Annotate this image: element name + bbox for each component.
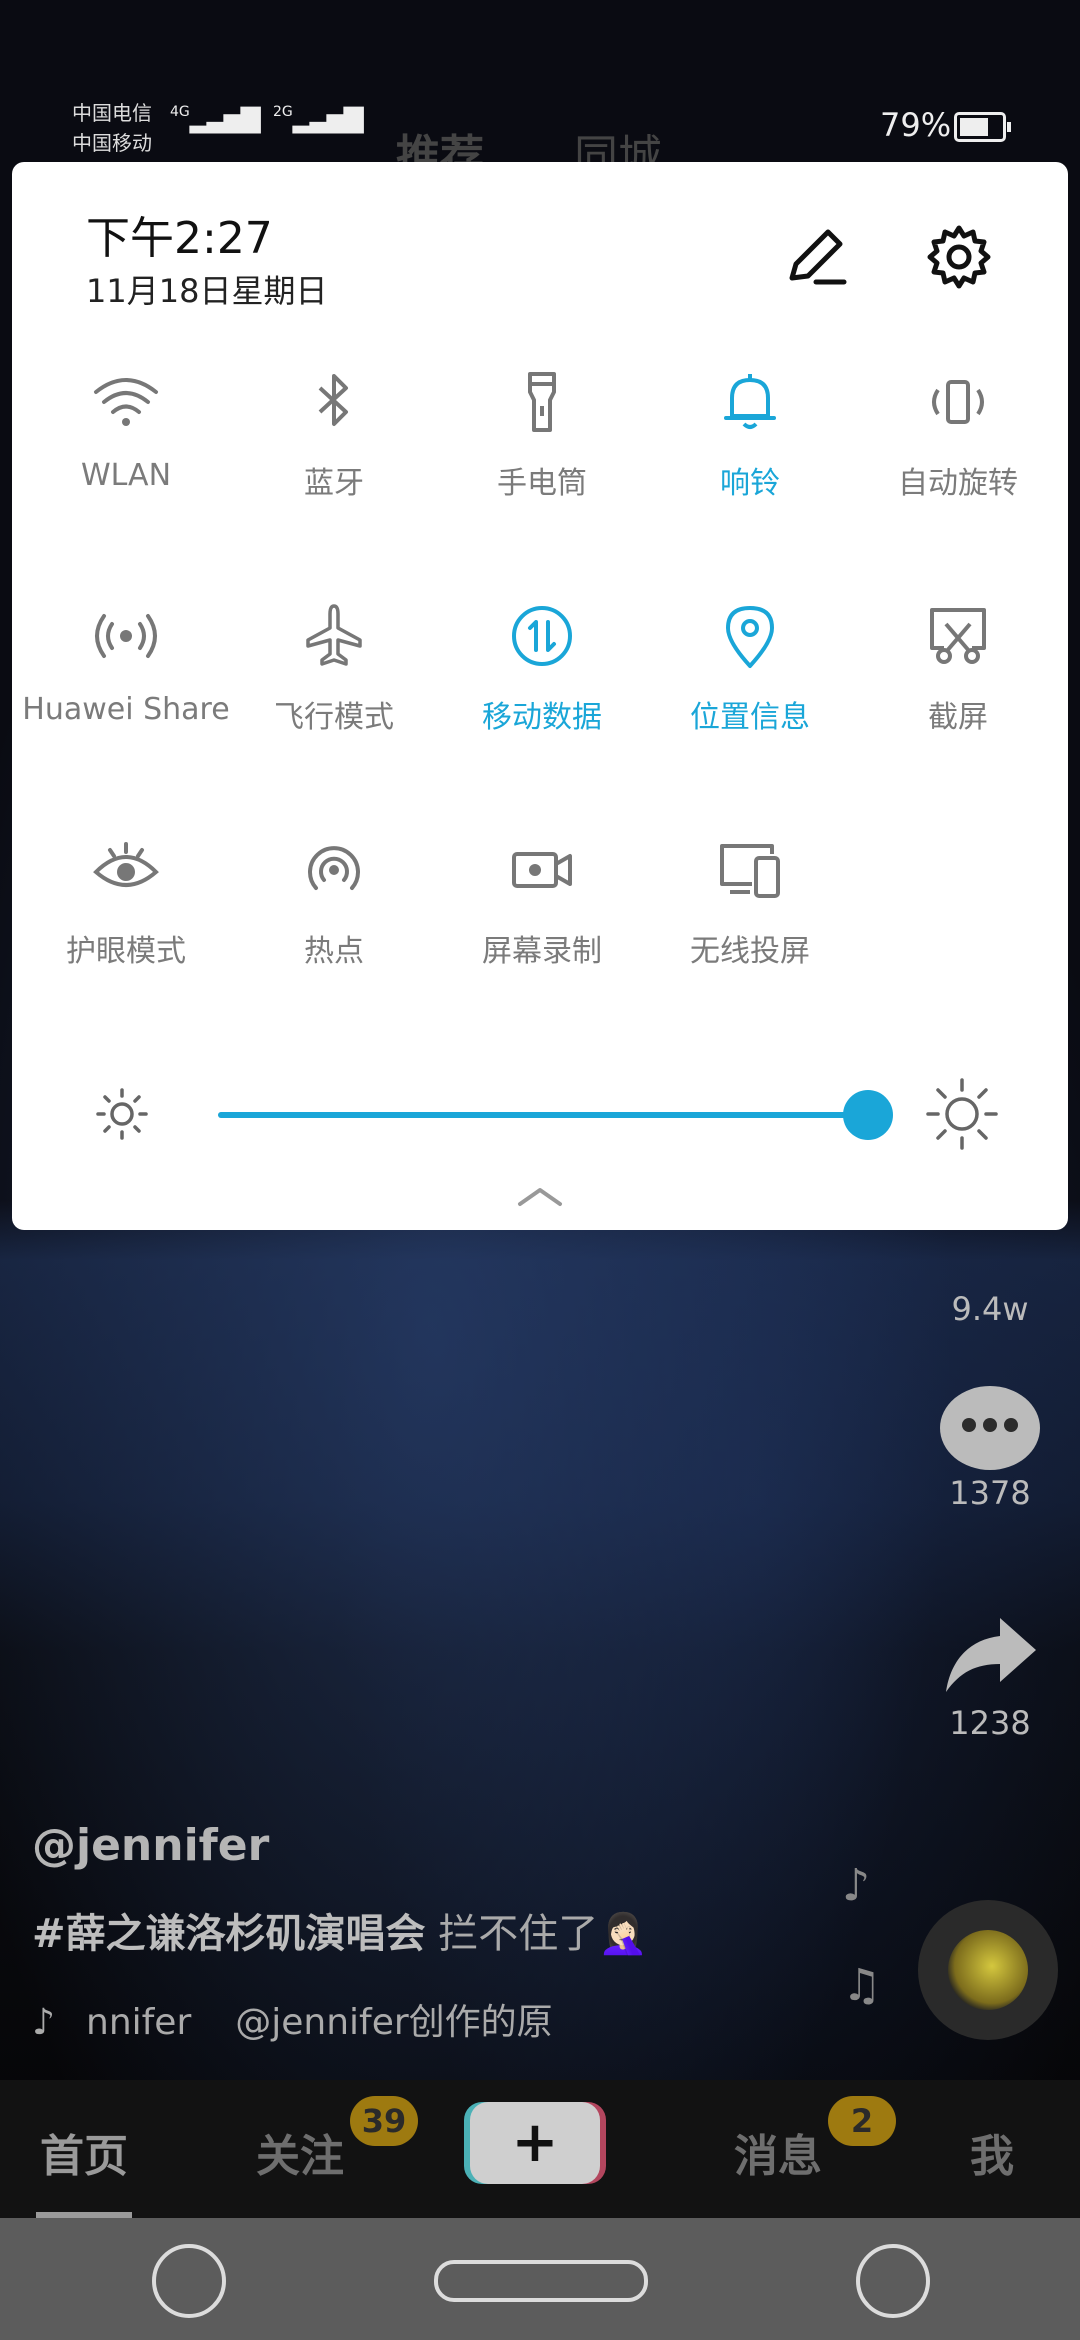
follow-badge: 39	[350, 2096, 418, 2146]
huawei-share-icon	[95, 614, 157, 658]
tile-label-airplane: 飞行模式	[274, 700, 394, 735]
floating-dock-icon[interactable]	[856, 2244, 930, 2318]
tile-wlan[interactable]: WLAN	[22, 362, 230, 493]
comment-count: 1378	[949, 1474, 1031, 1512]
music-disc[interactable]	[918, 1900, 1058, 2040]
brightness-control	[12, 1062, 1068, 1172]
video-description: #薛之谦洛杉矶演唱会 拦不住了🤦🏻‍♀️	[32, 1901, 912, 1959]
mobile-data-icon	[512, 606, 572, 666]
location-icon	[726, 606, 774, 668]
nav-messages[interactable]: 消息	[734, 2120, 822, 2184]
network-type-2: 2G	[273, 104, 293, 120]
home-gesture-bar[interactable]	[434, 2260, 648, 2302]
collapse-chevron-icon[interactable]	[514, 1182, 566, 1210]
share-count: 1238	[949, 1704, 1031, 1742]
nav-home[interactable]: 首页	[40, 2120, 128, 2184]
tile-location[interactable]: 位置信息	[646, 596, 854, 736]
tile-wireless-projection[interactable]: 无线投屏	[646, 830, 854, 970]
tile-label-wireless-projection: 无线投屏	[690, 934, 810, 969]
screenshot-icon	[930, 608, 986, 664]
floating-notes-icon: ♫	[842, 1960, 882, 2011]
caption-text: 拦不住了🤦🏻‍♀️	[425, 1911, 649, 1957]
share-action[interactable]: 1238	[900, 1610, 1080, 1742]
tile-label-ring: 响铃	[720, 466, 780, 501]
hashtag[interactable]: #薛之谦洛杉矶演唱会	[32, 1911, 426, 1957]
tile-label-wlan: WLAN	[80, 458, 172, 493]
eye-comfort-icon	[93, 842, 159, 887]
tile-label-huawei-share: Huawei Share	[22, 692, 230, 727]
edit-icon[interactable]	[782, 222, 852, 292]
music-author: nnifer	[86, 2002, 192, 2043]
tile-hotspot[interactable]: 热点	[230, 830, 438, 970]
like-action[interactable]: 9.4w	[900, 1290, 1080, 1328]
tile-label-bluetooth: 蓝牙	[304, 466, 364, 501]
tile-airplane[interactable]: 飞行模式	[230, 596, 438, 736]
wifi-icon	[94, 378, 158, 426]
panel-date: 11月18日星期日	[86, 272, 328, 310]
tile-screen-record[interactable]: 屏幕录制	[438, 830, 646, 970]
assistant-icon[interactable]	[152, 2244, 226, 2318]
tile-ring[interactable]: 响铃	[646, 362, 854, 502]
tile-label-screen-record: 屏幕录制	[482, 934, 602, 969]
comment-icon	[940, 1386, 1040, 1470]
tile-label-mobile-data: 移动数据	[482, 700, 602, 735]
nav-me[interactable]: 我	[970, 2120, 1014, 2184]
panel-time: 下午2:27	[86, 213, 273, 264]
tile-label-hotspot: 热点	[304, 934, 364, 969]
tile-bluetooth[interactable]: 蓝牙	[230, 362, 438, 502]
system-nav-bar	[0, 2218, 1080, 2340]
brightness-slider[interactable]	[218, 1090, 893, 1140]
author-name[interactable]: @jennifer	[32, 1820, 912, 1871]
brightness-slider-thumb[interactable]	[843, 1090, 893, 1140]
tile-label-screenshot: 截屏	[928, 700, 988, 735]
tile-eye-comfort[interactable]: 护眼模式	[22, 830, 230, 970]
flashlight-icon	[528, 372, 556, 432]
tile-label-eye-comfort: 护眼模式	[66, 934, 186, 969]
quick-settings-panel: 下午2:27 11月18日星期日 WLAN 蓝牙 手电筒 响铃 自动旋转 Hua…	[12, 162, 1068, 1230]
music-info[interactable]: ♪ nnifer @jennifer创作的原	[32, 1993, 912, 2045]
comment-action[interactable]: 1378	[900, 1386, 1080, 1512]
brightness-low-icon	[96, 1088, 148, 1140]
screen-record-icon	[512, 852, 572, 888]
tile-flashlight[interactable]: 手电筒	[438, 362, 646, 502]
wireless-projection-icon	[720, 844, 780, 898]
brightness-high-icon	[926, 1078, 998, 1150]
tile-auto-rotate[interactable]: 自动旋转	[854, 362, 1062, 502]
tile-screenshot[interactable]: 截屏	[854, 596, 1062, 736]
bottom-nav: 首页 关注 39 + 消息 2 我	[0, 2080, 1080, 2220]
settings-gear-icon[interactable]	[924, 222, 994, 292]
nav-follow[interactable]: 关注	[256, 2120, 344, 2184]
tile-huawei-share[interactable]: Huawei Share	[22, 596, 230, 727]
music-title: @jennifer创作的原	[235, 2002, 553, 2043]
floating-note-icon: ♪	[842, 1860, 871, 1911]
network-type-1: 4G	[170, 104, 190, 120]
bluetooth-icon	[318, 374, 348, 426]
share-icon	[946, 1618, 1036, 1692]
create-button[interactable]: +	[470, 2102, 600, 2184]
like-count: 9.4w	[951, 1290, 1029, 1328]
tile-label-flashlight: 手电筒	[497, 466, 587, 501]
music-note-icon: ♪	[32, 2002, 55, 2043]
video-caption: @jennifer #薛之谦洛杉矶演唱会 拦不住了🤦🏻‍♀️ ♪ nnifer @j…	[32, 1820, 912, 2045]
tile-mobile-data[interactable]: 移动数据	[438, 596, 646, 736]
bell-icon	[724, 374, 776, 429]
messages-badge: 2	[828, 2096, 896, 2146]
music-cover-avatar	[948, 1930, 1028, 2010]
auto-rotate-icon	[932, 380, 984, 424]
hotspot-icon	[308, 846, 360, 890]
tile-label-auto-rotate: 自动旋转	[898, 466, 1018, 501]
tile-label-location: 位置信息	[690, 700, 810, 735]
brightness-slider-fill	[218, 1112, 868, 1118]
airplane-icon	[306, 604, 362, 666]
